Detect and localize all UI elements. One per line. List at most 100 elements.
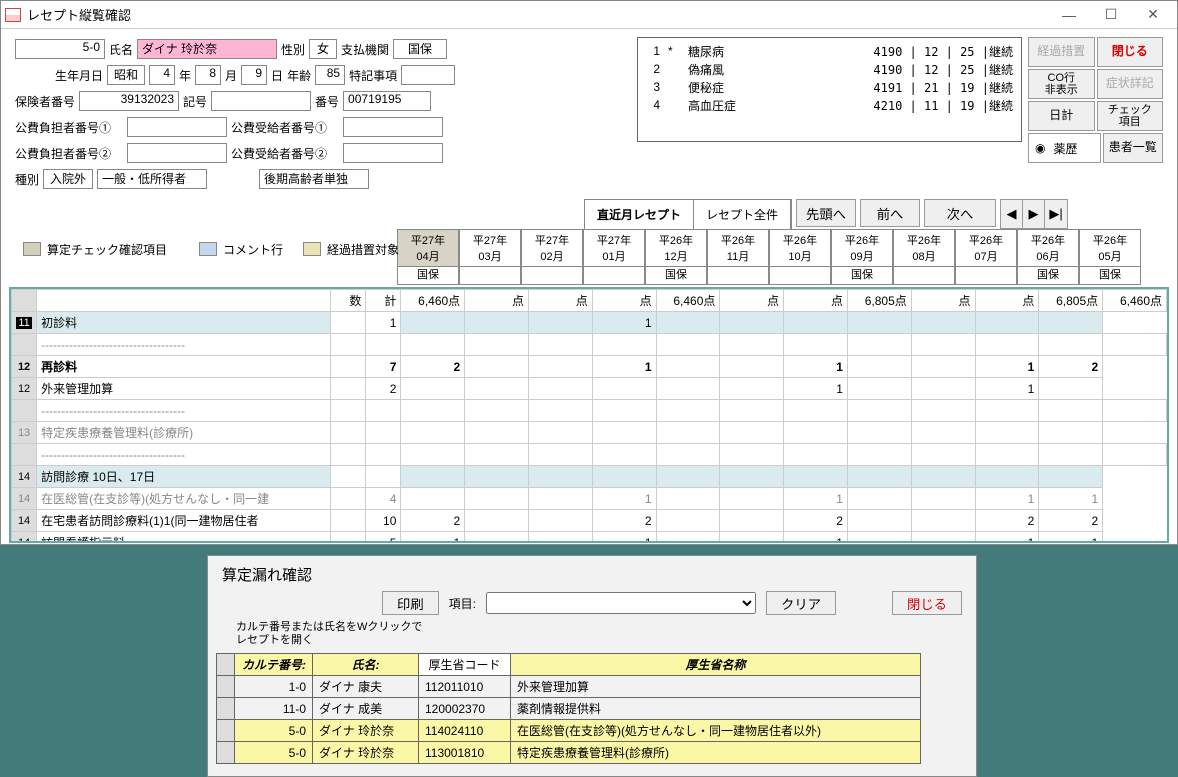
number-label: 番号: [315, 93, 339, 110]
era-field[interactable]: 昭和: [107, 65, 145, 85]
diag-num: 2: [646, 62, 660, 76]
daily-total-button[interactable]: 日計: [1028, 101, 1095, 131]
symbol-label: 記号: [183, 93, 207, 110]
sub-close-button[interactable]: 閉じる: [892, 591, 962, 615]
legend-swatch-comment: [199, 242, 217, 256]
yakureki-radio[interactable]: ◉ 薬歴: [1028, 133, 1101, 163]
item-label: 項目:: [449, 595, 476, 612]
special-field[interactable]: [401, 65, 455, 85]
keika-button[interactable]: 経過措置: [1028, 37, 1095, 67]
table-row[interactable]: 14訪問診療 10日、17日: [12, 466, 1167, 488]
diag-name: 糖尿病: [688, 43, 865, 60]
payer-field[interactable]: 国保: [393, 39, 447, 59]
pub1-field[interactable]: [127, 117, 227, 137]
patient-form: 5-0 氏名 ダイナ 玲於奈 性別 女 支払機関 国保 生年月日 昭和 4 年 …: [15, 37, 631, 193]
table-row[interactable]: 13特定疾患療養管理料(診療所): [12, 422, 1167, 444]
sub-table-row[interactable]: 1-0ダイナ 康夫112011010外来管理加算: [217, 676, 921, 698]
month-header[interactable]: 平26年09月: [831, 229, 893, 267]
arrow-left-icon[interactable]: ◀: [1001, 200, 1023, 228]
table-row[interactable]: ------------------------------------: [12, 334, 1167, 356]
total-cell: 6,460点: [656, 290, 720, 312]
insurer-label: 保険者番号: [15, 93, 75, 110]
table-row[interactable]: 14在医総管(在支診等)(処方せんなし・同一建41111: [12, 488, 1167, 510]
kind3-field[interactable]: 後期高齢者単独: [259, 169, 369, 189]
month-header[interactable]: 平26年06月: [1017, 229, 1079, 267]
first-button[interactable]: 先頭へ: [796, 199, 856, 227]
birth-month-field[interactable]: 8: [195, 65, 221, 85]
sub-window-title: 算定漏れ確認: [208, 556, 976, 589]
sub-hint: カルテ番号または氏名をWクリックでレセプトを開く: [208, 617, 976, 651]
minimize-button[interactable]: —: [1049, 3, 1089, 27]
table-row[interactable]: ------------------------------------: [12, 400, 1167, 422]
close-form-button[interactable]: 閉じる: [1097, 37, 1164, 67]
pub2-field[interactable]: [127, 143, 227, 163]
symptom-detail-button[interactable]: 症状詳記: [1097, 69, 1164, 99]
close-button[interactable]: ✕: [1133, 3, 1173, 27]
month-unit: 月: [225, 67, 237, 84]
print-button[interactable]: 印刷: [382, 591, 439, 615]
month-header[interactable]: 平27年04月: [397, 229, 459, 267]
month-header[interactable]: 平27年03月: [459, 229, 521, 267]
legend-swatch-keika: [303, 242, 321, 256]
symbol-field[interactable]: [211, 91, 311, 111]
diag-num: 1: [646, 44, 660, 58]
rec2-label: 公費受給者番号②: [231, 145, 339, 162]
diag-num: 4: [646, 98, 660, 112]
sub-table-row[interactable]: 11-0ダイナ 成美120002370薬剤情報提供料: [217, 698, 921, 720]
prev-button[interactable]: 前へ: [860, 199, 920, 227]
month-header[interactable]: 平26年08月: [893, 229, 955, 267]
receipt-data-grid[interactable]: 数計6,460点点点点6,460点点点6,805点点点6,805点6,460点1…: [9, 287, 1169, 543]
sex-field[interactable]: 女: [309, 39, 337, 59]
check-items-button[interactable]: チェック項目: [1097, 101, 1164, 131]
month-header[interactable]: 平27年02月: [521, 229, 583, 267]
month-header[interactable]: 平26年07月: [955, 229, 1017, 267]
name-field[interactable]: ダイナ 玲於奈: [137, 39, 277, 59]
sub-table-row[interactable]: 5-0ダイナ 玲於奈114024110在医総管(在支診等)(処方せんなし・同一建…: [217, 720, 921, 742]
table-row[interactable]: 14在宅患者訪問診療料(1)1(同一建物居住者1022222: [12, 510, 1167, 532]
age-field[interactable]: 85: [315, 65, 345, 85]
table-row[interactable]: 11初診料11: [12, 312, 1167, 334]
next-button[interactable]: 次へ: [924, 199, 996, 227]
receipt-tabs: 直近月レセプト レセプト全件: [584, 199, 792, 229]
kind1-field[interactable]: 入院外: [43, 169, 93, 189]
legend: 算定チェック確認項目 コメント行 経過措置対象: [23, 239, 399, 259]
item-select[interactable]: [486, 592, 756, 614]
arrow-nav: ◀ ▶ ▶|: [1000, 199, 1068, 229]
sub-grid[interactable]: カルテ番号:氏名:厚生省コード厚生省名称1-0ダイナ 康夫112011010外来…: [216, 653, 921, 764]
arrow-end-icon[interactable]: ▶|: [1045, 200, 1067, 228]
pub1-label: 公費負担者番号①: [15, 119, 123, 136]
total-cell: 6,805点: [847, 290, 911, 312]
birth-year-field[interactable]: 4: [149, 65, 175, 85]
maximize-button[interactable]: ☐: [1091, 3, 1131, 27]
month-header[interactable]: 平26年10月: [769, 229, 831, 267]
kind2-field[interactable]: 一般・低所得者: [97, 169, 207, 189]
tab-all-receipts[interactable]: レセプト全件: [694, 200, 791, 229]
insurer-field[interactable]: 39132023: [79, 91, 179, 111]
insurance-header: [521, 267, 583, 285]
table-row[interactable]: 12再診料721112: [12, 356, 1167, 378]
month-header[interactable]: 平27年01月: [583, 229, 645, 267]
rec1-field[interactable]: [343, 117, 443, 137]
month-header[interactable]: 平26年11月: [707, 229, 769, 267]
tab-recent-month[interactable]: 直近月レセプト: [585, 200, 694, 229]
payer-label: 支払機関: [341, 41, 389, 58]
clear-button[interactable]: クリア: [766, 591, 836, 615]
table-row[interactable]: 12外来管理加算211: [12, 378, 1167, 400]
rec2-field[interactable]: [343, 143, 443, 163]
diagnosis-list[interactable]: 1 * 糖尿病 4190 | 12 | 25 |継続2 偽痛風 4190 | 1…: [637, 37, 1022, 142]
month-header[interactable]: 平26年05月: [1079, 229, 1141, 267]
table-row[interactable]: ------------------------------------: [12, 444, 1167, 466]
arrow-right-icon[interactable]: ▶: [1023, 200, 1045, 228]
patient-id-field[interactable]: 5-0: [15, 39, 105, 59]
patient-list-button[interactable]: 患者一覧: [1103, 133, 1164, 163]
month-header[interactable]: 平26年12月: [645, 229, 707, 267]
insurance-header: 国保: [1079, 267, 1141, 285]
sub-table-row[interactable]: 5-0ダイナ 玲於奈113001810特定疾患療養管理料(診療所): [217, 742, 921, 764]
diag-name: 偽痛風: [688, 61, 865, 78]
day-unit: 日: [271, 67, 283, 84]
insurance-header: [955, 267, 1017, 285]
table-row[interactable]: 14訪問看護指示料511111: [12, 532, 1167, 544]
birth-day-field[interactable]: 9: [241, 65, 267, 85]
co-line-button[interactable]: CO行非表示: [1028, 69, 1095, 99]
number-field[interactable]: 00719195: [343, 91, 431, 111]
